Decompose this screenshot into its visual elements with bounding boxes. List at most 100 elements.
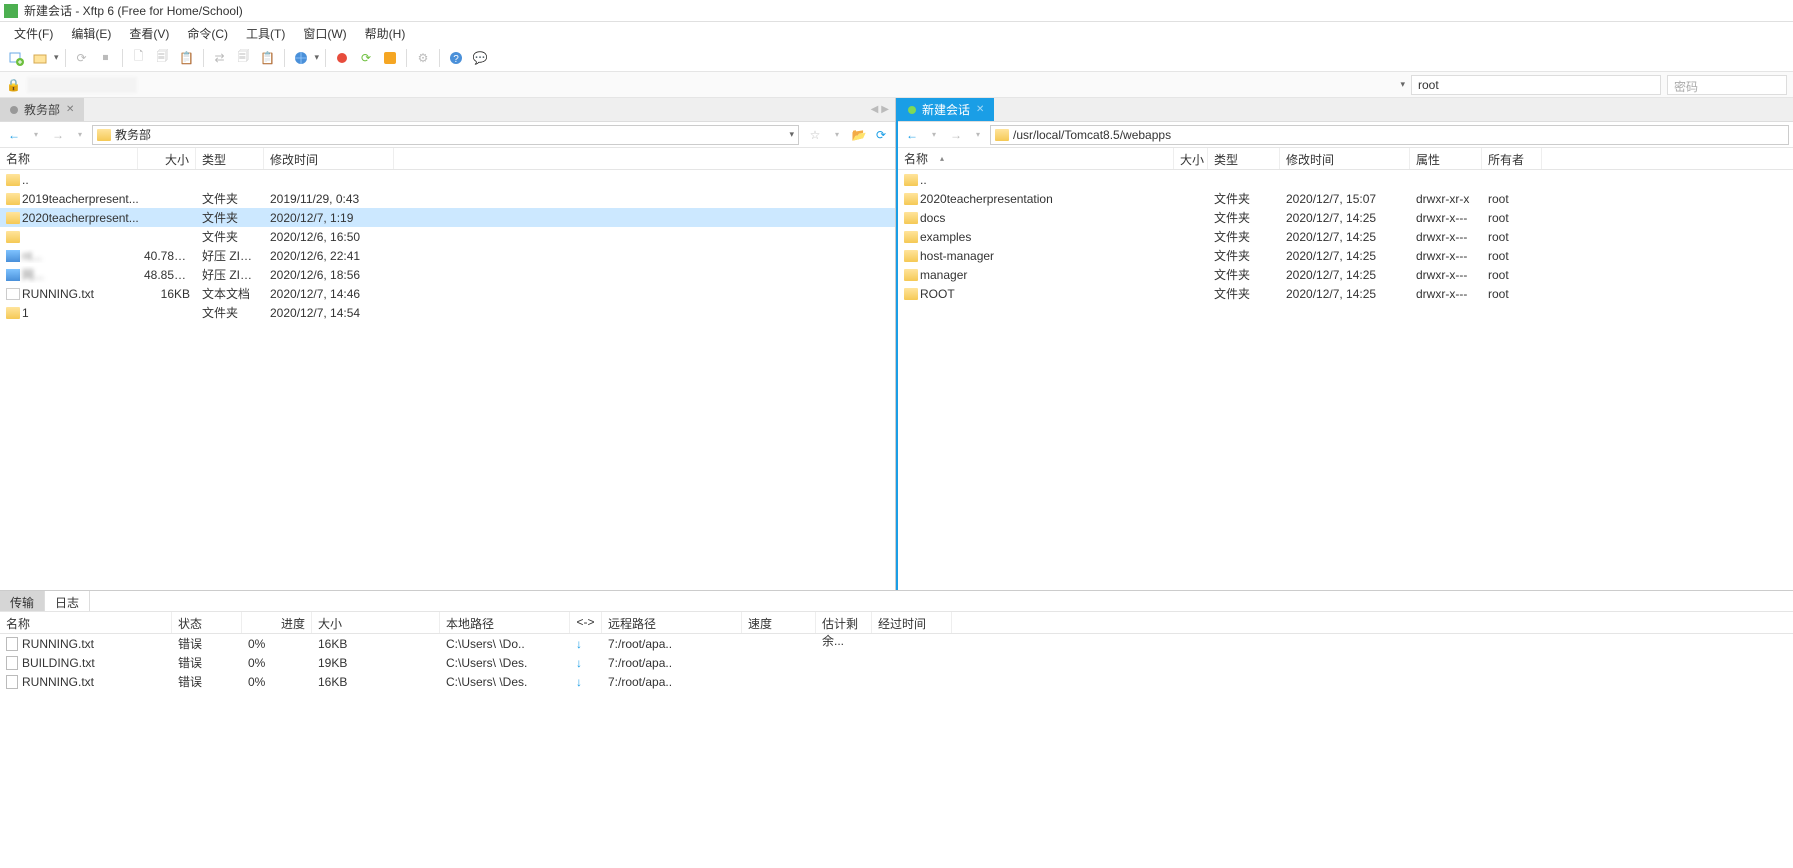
menu-help[interactable]: 帮助(H) (357, 23, 414, 44)
refresh-button[interactable]: ⟳ (356, 48, 376, 68)
file-row[interactable]: 1文件夹2020/12/7, 14:54 (0, 303, 895, 322)
password-field[interactable]: 密码 (1667, 75, 1787, 95)
col-name[interactable]: 名称 (0, 148, 138, 169)
fav-dropdown-icon[interactable]: ▾ (827, 125, 847, 145)
file-row[interactable]: .. (898, 170, 1793, 189)
file-row[interactable]: docs文件夹2020/12/7, 14:25drwxr-x---root (898, 208, 1793, 227)
file-row[interactable]: 2020teacherpresentation文件夹2020/12/7, 15:… (898, 189, 1793, 208)
col-type[interactable]: 类型 (1208, 148, 1280, 169)
file-row[interactable]: RUNNING.txt16KB文本文档2020/12/7, 14:46 (0, 284, 895, 303)
col-owner[interactable]: 所有者 (1482, 148, 1542, 169)
tcol-status[interactable]: 状态 (172, 612, 242, 633)
file-row[interactable]: 文件夹2020/12/6, 16:50 (0, 227, 895, 246)
disconnect-button[interactable]: ⏹ (96, 48, 116, 68)
close-tab-icon[interactable]: ✕ (66, 104, 74, 115)
new-session-button[interactable] (6, 48, 26, 68)
tab-next-icon[interactable]: ▶ (881, 104, 889, 115)
file-owner: root (1482, 230, 1542, 244)
menu-file[interactable]: 文件(F) (6, 23, 61, 44)
remote-path-input[interactable]: /usr/local/Tomcat8.5/webapps (990, 125, 1789, 145)
col-name[interactable]: 名称 (898, 148, 1174, 169)
paste-button[interactable]: 📋 (177, 48, 197, 68)
file-row[interactable]: ROOT文件夹2020/12/7, 14:25drwxr-x---root (898, 284, 1793, 303)
file-row[interactable]: 2020teacherpresent...文件夹2020/12/7, 1:19 (0, 208, 895, 227)
new-file-button[interactable]: 🗋 (129, 48, 149, 68)
forward-button[interactable]: → (946, 125, 966, 145)
transfer-remotepath: 7:/root/apa.. (602, 675, 742, 689)
transfer-row[interactable]: RUNNING.txt错误0%16KBC:\Users\ \Des.↓ 7:/r… (0, 672, 1793, 691)
tab-nav: ◀ ▶ (871, 104, 895, 115)
tcol-progress[interactable]: 进度 (242, 612, 312, 633)
file-row[interactable]: host-manager文件夹2020/12/7, 14:25drwxr-x--… (898, 246, 1793, 265)
tcol-elapsed[interactable]: 经过时间 (872, 612, 952, 633)
file-row[interactable]: 2019teacherpresent...文件夹2019/11/29, 0:43 (0, 189, 895, 208)
tcol-size[interactable]: 大小 (312, 612, 440, 633)
local-file-list[interactable]: .. 2019teacherpresent...文件夹2019/11/29, 0:… (0, 170, 895, 590)
tcol-localpath[interactable]: 本地路径 (440, 612, 570, 633)
transfer-row[interactable]: RUNNING.txt错误0%16KBC:\Users\ \Do..↓ 7:/r… (0, 634, 1793, 653)
transfer-progress: 0% (242, 656, 312, 670)
menu-window[interactable]: 窗口(W) (295, 23, 354, 44)
col-modified[interactable]: 修改时间 (1280, 148, 1410, 169)
reconnect-button[interactable]: ⟳ (72, 48, 92, 68)
file-row[interactable]: manager文件夹2020/12/7, 14:25drwxr-x---root (898, 265, 1793, 284)
file-row[interactable]: 网...48.85MB好压 ZIP ...2020/12/6, 18:56 (0, 265, 895, 284)
up-folder-button[interactable]: 📂 (849, 125, 869, 145)
file-name: .. (22, 173, 29, 187)
remote-tab[interactable]: 新建会话 ✕ (898, 98, 994, 121)
transfer-size: 19KB (312, 656, 440, 670)
copy-button[interactable]: 🗐 (153, 48, 173, 68)
favorite-icon[interactable]: ☆ (805, 125, 825, 145)
stop-button[interactable] (332, 48, 352, 68)
back-button[interactable]: ← (902, 125, 922, 145)
tab-prev-icon[interactable]: ◀ (871, 104, 879, 115)
col-permissions[interactable]: 属性 (1410, 148, 1482, 169)
local-path-input[interactable]: 教务部 ▾ (92, 125, 799, 145)
open-button[interactable] (30, 48, 50, 68)
refresh-local-button[interactable]: ⟳ (871, 125, 891, 145)
file-date: 2020/12/7, 15:07 (1280, 192, 1410, 206)
tcol-direction[interactable]: <-> (570, 612, 602, 633)
paste2-button[interactable]: 📋 (258, 48, 278, 68)
path-dropdown-icon[interactable]: ▾ (789, 129, 794, 140)
globe-button[interactable] (291, 48, 311, 68)
file-row[interactable]: examples文件夹2020/12/7, 14:25drwxr-x---roo… (898, 227, 1793, 246)
transfer-row[interactable]: BUILDING.txt错误0%19KBC:\Users\ \Des.↓ 7:/… (0, 653, 1793, 672)
menu-command[interactable]: 命令(C) (179, 23, 236, 44)
back-dropdown-icon[interactable]: ▾ (924, 125, 944, 145)
tcol-name[interactable]: 名称 (0, 612, 172, 633)
tab-transfer[interactable]: 传输 (0, 591, 45, 611)
tab-log[interactable]: 日志 (45, 591, 90, 611)
col-modified[interactable]: 修改时间 (264, 148, 394, 169)
back-dropdown-icon[interactable]: ▾ (26, 125, 46, 145)
tcol-speed[interactable]: 速度 (742, 612, 816, 633)
transfer-list[interactable]: RUNNING.txt错误0%16KBC:\Users\ \Do..↓ 7:/r… (0, 634, 1793, 706)
col-size[interactable]: 大小 (1174, 148, 1208, 169)
close-tab-icon[interactable]: ✕ (976, 104, 984, 115)
col-type[interactable]: 类型 (196, 148, 264, 169)
settings-button[interactable]: ⚙ (413, 48, 433, 68)
help-button[interactable]: ? (446, 48, 466, 68)
menu-view[interactable]: 查看(V) (121, 23, 177, 44)
tcol-remotepath[interactable]: 远程路径 (602, 612, 742, 633)
username-field[interactable]: root (1411, 75, 1661, 95)
xshell-button[interactable] (380, 48, 400, 68)
forward-button[interactable]: → (48, 125, 68, 145)
chat-button[interactable]: 💬 (470, 48, 490, 68)
copy2-button[interactable]: 🗐 (234, 48, 254, 68)
globe-dropdown-icon[interactable]: ▾ (315, 52, 320, 63)
file-row[interactable]: nt...40.78MB好压 ZIP ...2020/12/6, 22:41 (0, 246, 895, 265)
open-dropdown-icon[interactable]: ▾ (54, 52, 59, 63)
menu-tools[interactable]: 工具(T) (238, 23, 293, 44)
host-dropdown-icon[interactable]: ▾ (1400, 79, 1405, 90)
menu-edit[interactable]: 编辑(E) (63, 23, 119, 44)
tcol-eta[interactable]: 估计剩余... (816, 612, 872, 633)
file-row[interactable]: .. (0, 170, 895, 189)
local-tab[interactable]: 教务部 ✕ (0, 98, 84, 121)
sync-button[interactable]: ⇄ (210, 48, 230, 68)
remote-file-list[interactable]: ..2020teacherpresentation文件夹2020/12/7, 1… (898, 170, 1793, 590)
col-size[interactable]: 大小 (138, 148, 196, 169)
forward-dropdown-icon[interactable]: ▾ (70, 125, 90, 145)
forward-dropdown-icon[interactable]: ▾ (968, 125, 988, 145)
back-button[interactable]: ← (4, 125, 24, 145)
